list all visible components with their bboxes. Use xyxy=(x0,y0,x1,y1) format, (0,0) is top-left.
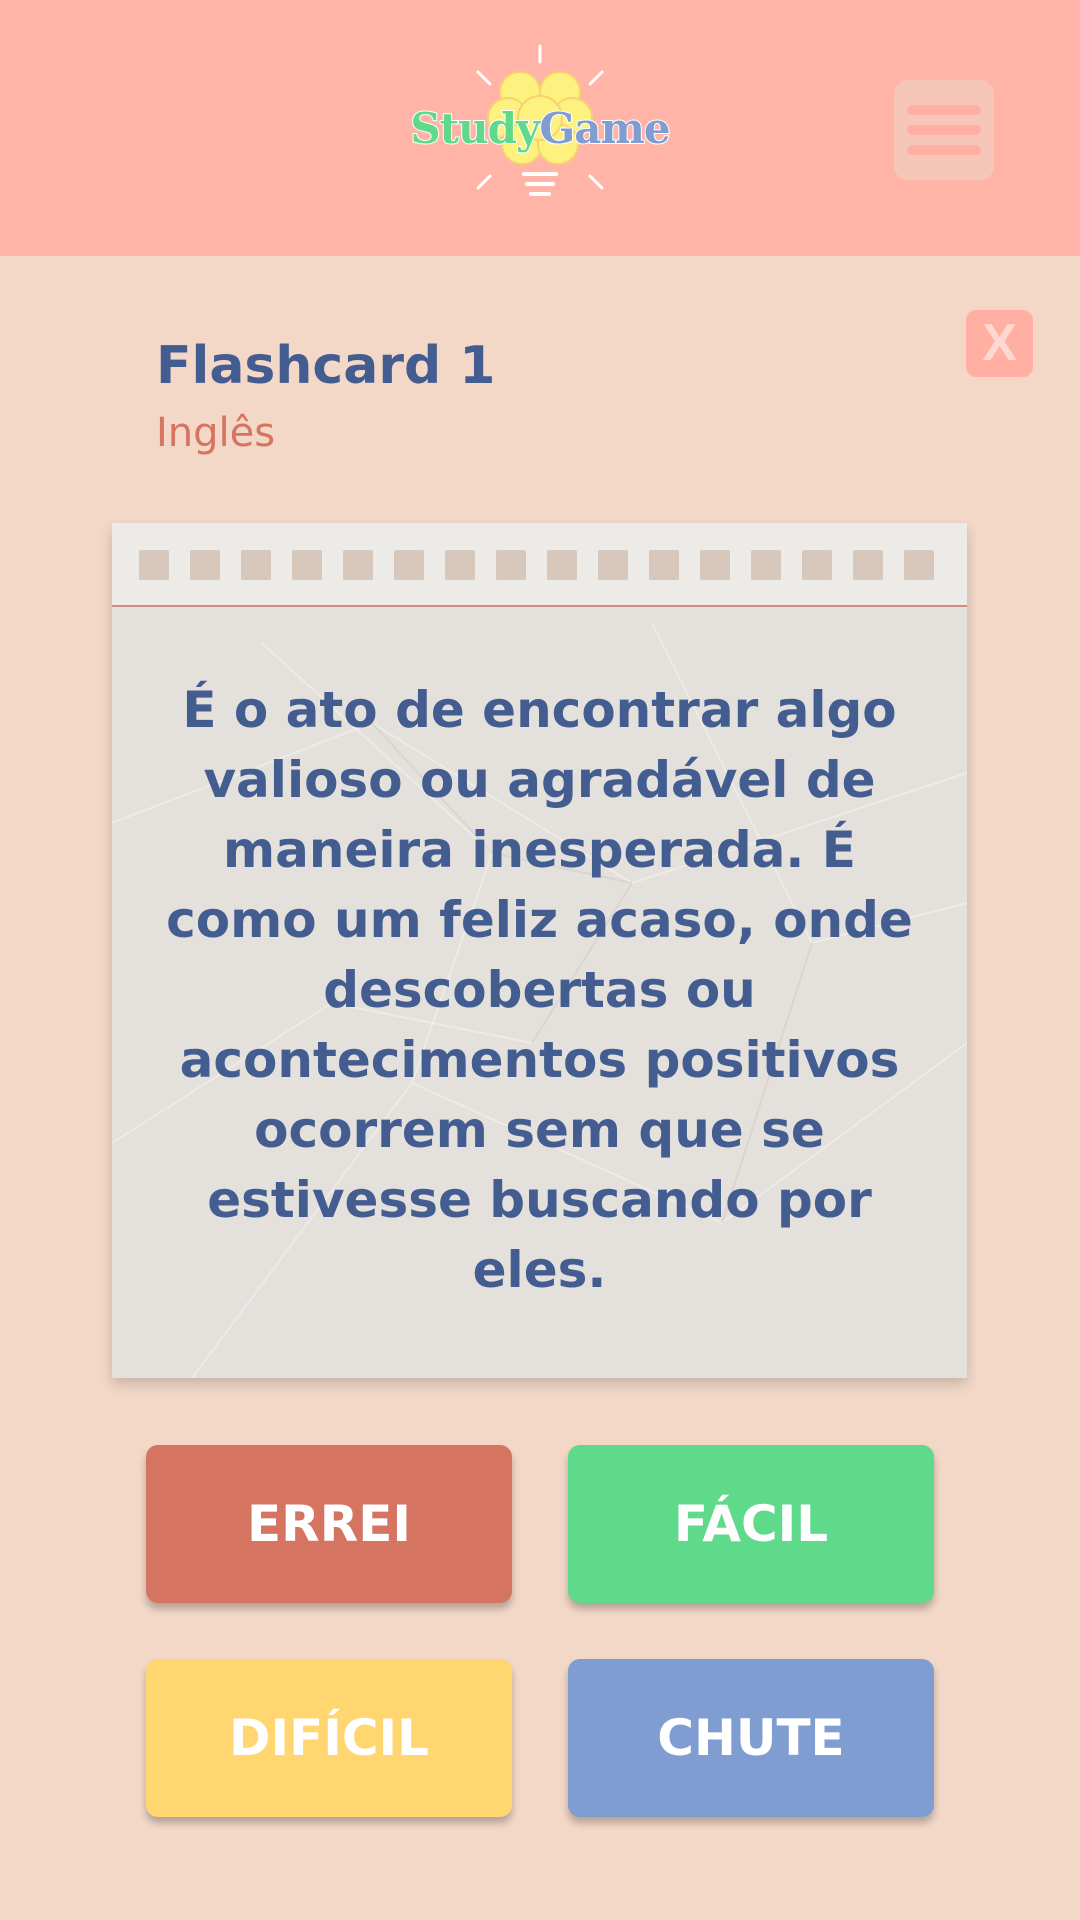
binder-hole xyxy=(700,550,730,580)
binder-hole xyxy=(496,550,526,580)
errei-button[interactable]: ERREI xyxy=(146,1445,512,1603)
chute-button[interactable]: CHUTE xyxy=(568,1659,934,1817)
binder-hole xyxy=(292,550,322,580)
menu-button[interactable] xyxy=(894,80,994,180)
flashcard-subject: Inglês xyxy=(156,410,276,456)
flashcard-text: É o ato de encontrar algo valioso ou agr… xyxy=(166,681,913,1299)
flashcard[interactable]: É o ato de encontrar algo valioso ou agr… xyxy=(112,523,967,1378)
binder-hole xyxy=(751,550,781,580)
close-icon: X xyxy=(982,314,1017,372)
dificil-button[interactable]: DIFÍCIL xyxy=(146,1659,512,1817)
binder-hole xyxy=(139,550,169,580)
facil-button-label: FÁCIL xyxy=(673,1495,829,1553)
dificil-button-label: DIFÍCIL xyxy=(228,1709,430,1767)
studygame-logo[interactable]: StudyGame xyxy=(400,40,680,220)
binder-hole xyxy=(802,550,832,580)
hamburger-menu-icon xyxy=(907,105,981,115)
chute-button-label: CHUTE xyxy=(657,1709,845,1767)
menu-bar-bottom xyxy=(907,145,981,155)
logo-word-study: Study xyxy=(409,103,541,154)
binder-strip xyxy=(112,523,967,607)
binder-hole xyxy=(241,550,271,580)
binder-hole xyxy=(343,550,373,580)
app-header: StudyGame xyxy=(0,0,1080,256)
binder-hole xyxy=(649,550,679,580)
logo-text: StudyGame xyxy=(400,103,680,154)
close-button[interactable]: X xyxy=(966,310,1033,377)
facil-button[interactable]: FÁCIL xyxy=(568,1445,934,1603)
errei-button-label: ERREI xyxy=(247,1495,411,1553)
binder-hole xyxy=(445,550,475,580)
binder-hole xyxy=(190,550,220,580)
menu-bar-middle xyxy=(907,125,981,135)
binder-hole xyxy=(394,550,424,580)
flashcard-title: Flashcard 1 xyxy=(156,336,496,396)
binder-hole xyxy=(853,550,883,580)
logo-word-game: Game xyxy=(538,103,671,154)
binder-hole xyxy=(598,550,628,580)
binder-hole xyxy=(547,550,577,580)
binder-hole xyxy=(904,550,934,580)
